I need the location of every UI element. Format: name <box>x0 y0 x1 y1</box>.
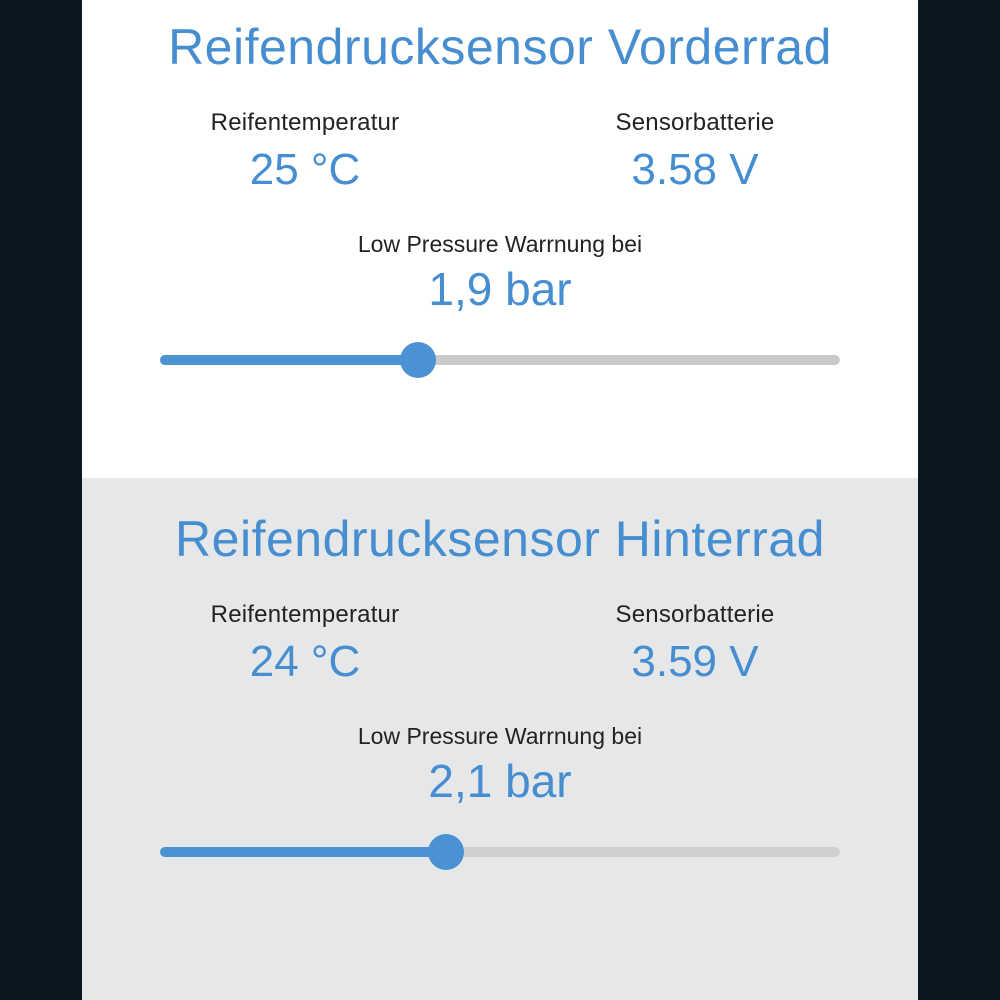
front-battery-block: Sensorbatterie 3.58 V <box>565 109 825 195</box>
rear-warning-block: Low Pressure Warrnung bei 2,1 bar <box>110 723 890 870</box>
rear-temperature-block: Reifentemperatur 24 °C <box>175 601 435 687</box>
front-metrics-row: Reifentemperatur 25 °C Sensorbatterie 3.… <box>110 109 890 195</box>
front-battery-value: 3.58 V <box>631 145 758 195</box>
slider-track-fill <box>160 355 418 365</box>
front-warning-label: Low Pressure Warrnung bei <box>358 231 642 258</box>
front-warning-value: 1,9 bar <box>428 262 571 316</box>
rear-panel-title: Reifendrucksensor Hinterrad <box>175 512 825 567</box>
front-temperature-value: 25 °C <box>250 145 361 195</box>
rear-temperature-value: 24 °C <box>250 637 361 687</box>
rear-wheel-panel: Reifendrucksensor Hinterrad Reifentemper… <box>82 478 918 1000</box>
slider-thumb[interactable] <box>428 834 464 870</box>
front-panel-title: Reifendrucksensor Vorderrad <box>168 20 832 75</box>
slider-thumb[interactable] <box>400 342 436 378</box>
rear-battery-block: Sensorbatterie 3.59 V <box>565 601 825 687</box>
front-temperature-block: Reifentemperatur 25 °C <box>175 109 435 195</box>
rear-battery-label: Sensorbatterie <box>616 601 775 629</box>
front-battery-label: Sensorbatterie <box>616 109 775 137</box>
rear-battery-value: 3.59 V <box>631 637 758 687</box>
tpms-screen: Reifendrucksensor Vorderrad Reifentemper… <box>82 0 918 1000</box>
front-pressure-slider[interactable] <box>160 342 840 378</box>
front-wheel-panel: Reifendrucksensor Vorderrad Reifentemper… <box>82 0 918 478</box>
rear-warning-value: 2,1 bar <box>428 754 571 808</box>
rear-warning-label: Low Pressure Warrnung bei <box>358 723 642 750</box>
rear-pressure-slider[interactable] <box>160 834 840 870</box>
front-temperature-label: Reifentemperatur <box>211 109 400 137</box>
rear-temperature-label: Reifentemperatur <box>211 601 400 629</box>
front-warning-block: Low Pressure Warrnung bei 1,9 bar <box>110 231 890 378</box>
slider-track-fill <box>160 847 446 857</box>
rear-metrics-row: Reifentemperatur 24 °C Sensorbatterie 3.… <box>110 601 890 687</box>
